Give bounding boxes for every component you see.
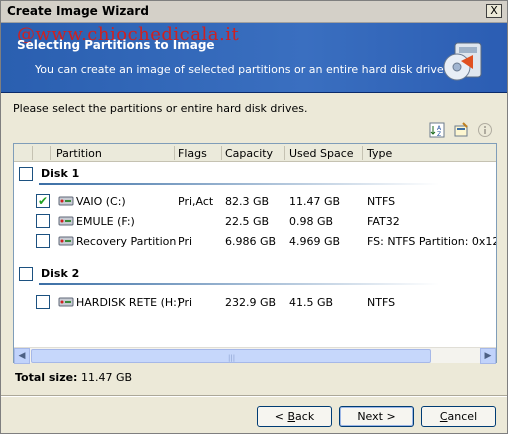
partition-used-space: 4.969 GB: [289, 235, 341, 248]
drive-icon: [58, 196, 74, 206]
partition-flags: Pri,Act: [178, 195, 214, 208]
partition-flags: Pri: [178, 235, 193, 248]
partition-capacity: 22.5 GB: [225, 215, 270, 228]
partition-list[interactable]: Partition Flags Capacity Used Space Type…: [13, 143, 497, 364]
partition-row[interactable]: Recovery Partition Pri 6.986 GB 4.969 GB…: [14, 231, 496, 251]
next-label: Next >: [357, 410, 396, 423]
column-type[interactable]: Type: [367, 147, 392, 160]
back-rest: ack: [295, 410, 315, 423]
total-size: Total size: 11.47 GB: [15, 371, 132, 384]
disk-group: Disk 2: [14, 264, 496, 286]
step-subtitle: You can create an image of selected part…: [35, 63, 448, 76]
cancel-button[interactable]: Cancel: [421, 406, 496, 427]
column-header: Partition Flags Capacity Used Space Type: [14, 144, 496, 162]
cancel-mnemonic: C: [439, 410, 448, 423]
scroll-left-button[interactable]: ◀: [14, 348, 30, 364]
partition-name: HARDISK RETE (H:): [76, 296, 182, 309]
disk-1-checkbox[interactable]: [19, 167, 33, 181]
back-prefix: <: [274, 410, 288, 423]
partition-checkbox[interactable]: [36, 214, 50, 228]
partition-type: NTFS: [367, 195, 396, 208]
partition-type: FAT32: [367, 215, 400, 228]
partition-capacity: 232.9 GB: [225, 296, 277, 309]
instruction-text: Please select the partitions or entire h…: [13, 102, 308, 115]
properties-icon[interactable]: [453, 122, 469, 138]
window-title: Create Image Wizard: [7, 4, 149, 18]
drive-icon: [58, 236, 74, 246]
column-capacity[interactable]: Capacity: [225, 147, 273, 160]
column-partition[interactable]: Partition: [56, 147, 102, 160]
partition-name: EMULE (F:): [76, 215, 135, 228]
cancel-rest: ancel: [447, 410, 478, 423]
back-button[interactable]: < Back: [257, 406, 332, 427]
back-mnemonic: B: [287, 410, 296, 423]
total-size-label: Total size:: [15, 371, 78, 384]
scroll-thumb[interactable]: |||: [31, 349, 431, 363]
partition-used-space: 41.5 GB: [289, 296, 334, 309]
disk-group: Disk 1: [14, 164, 496, 186]
step-title: Selecting Partitions to Image: [17, 38, 215, 52]
partition-row[interactable]: EMULE (F:) 22.5 GB 0.98 GB FAT32: [14, 211, 496, 231]
info-icon: [478, 123, 492, 137]
svg-text:Z: Z: [437, 131, 441, 138]
partition-row[interactable]: ✔ VAIO (C:) Pri,Act 82.3 GB 11.47 GB NTF…: [14, 191, 496, 211]
partition-name: VAIO (C:): [76, 195, 126, 208]
disk-image-wizard-icon: [443, 42, 482, 81]
partition-type: NTFS: [367, 296, 396, 309]
column-used-space[interactable]: Used Space: [289, 147, 354, 160]
group-divider: [39, 183, 439, 185]
disk-2-label: Disk 2: [41, 267, 80, 280]
drive-icon: [58, 216, 74, 226]
partition-row[interactable]: HARDISK RETE (H:) Pri 232.9 GB 41.5 GB N…: [14, 292, 496, 312]
partition-name: Recovery Partition: [76, 235, 177, 248]
wizard-window: Create Image Wizard X @www.chiochedicala…: [0, 0, 508, 434]
partition-capacity: 82.3 GB: [225, 195, 270, 208]
partition-capacity: 6.986 GB: [225, 235, 277, 248]
group-divider: [39, 283, 439, 285]
disk-2-checkbox[interactable]: [19, 267, 33, 281]
sort-icon[interactable]: A Z: [429, 122, 445, 138]
total-size-value: 11.47 GB: [80, 371, 133, 384]
footer-divider: [1, 395, 507, 397]
partition-flags: Pri: [178, 296, 193, 309]
disk-1-label: Disk 1: [41, 167, 80, 180]
scroll-right-button[interactable]: ▶: [480, 348, 496, 364]
partition-checkbox-checked[interactable]: ✔: [36, 194, 50, 208]
close-button[interactable]: X: [486, 4, 502, 18]
grip-icon: |||: [228, 354, 236, 362]
next-button[interactable]: Next >: [339, 406, 414, 427]
title-bar[interactable]: Create Image Wizard X: [1, 1, 507, 23]
horizontal-scrollbar[interactable]: ◀ ||| ▶: [14, 347, 496, 364]
network-drive-icon: [58, 297, 74, 307]
partition-used-space: 11.47 GB: [289, 195, 341, 208]
partition-used-space: 0.98 GB: [289, 215, 334, 228]
wizard-banner: @www.chiochedicala.it Selecting Partitio…: [1, 23, 507, 93]
partition-checkbox[interactable]: [36, 295, 50, 309]
column-flags[interactable]: Flags: [178, 147, 207, 160]
partition-checkbox[interactable]: [36, 234, 50, 248]
partition-type: FS: NTFS Partition: 0x12 (C: [367, 235, 496, 248]
